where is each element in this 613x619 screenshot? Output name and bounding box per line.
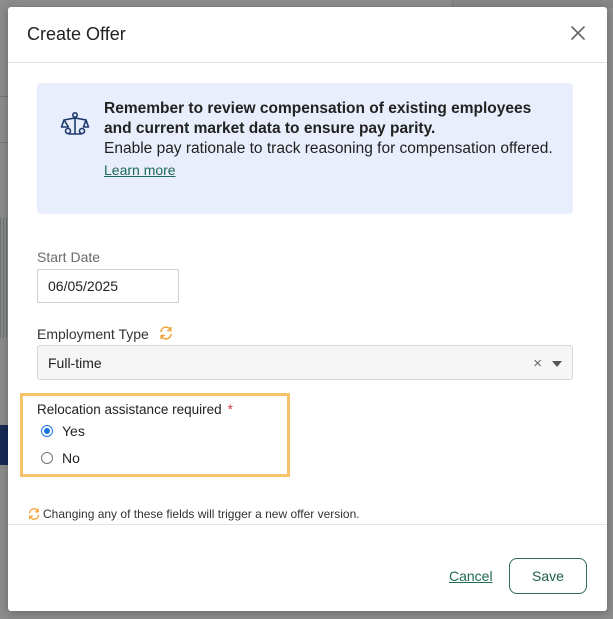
scale-people-icon [60, 111, 90, 135]
info-banner-heading: Remember to review compensation of exist… [104, 100, 532, 137]
dialog-header: Create Offer [8, 7, 607, 63]
chevron-down-icon[interactable] [552, 361, 562, 367]
cancel-button[interactable]: Cancel [449, 568, 493, 584]
info-banner-body: Enable pay rationale to track reasoning … [104, 140, 553, 157]
start-date-input[interactable] [37, 269, 179, 303]
create-offer-dialog: Create Offer Remember to review compensa… [8, 7, 607, 611]
required-indicator: * [227, 402, 233, 417]
save-button[interactable]: Save [509, 558, 587, 594]
offer-version-note: Changing any of these fields will trigge… [27, 507, 360, 521]
start-date-label: Start Date [37, 249, 101, 265]
radio-yes-label[interactable]: Yes [62, 423, 85, 439]
dialog-title: Create Offer [27, 24, 126, 44]
employment-type-select[interactable]: Full-time × [37, 345, 573, 380]
clear-selection-icon[interactable]: × [533, 355, 542, 372]
close-icon [571, 26, 585, 40]
radio-no[interactable] [41, 452, 53, 464]
learn-more-link[interactable]: Learn more [104, 160, 176, 180]
sync-icon [160, 326, 172, 340]
footer-divider [8, 524, 607, 525]
radio-yes[interactable] [41, 425, 53, 437]
relocation-option-yes[interactable]: Yes [41, 423, 85, 439]
offer-version-note-text: Changing any of these fields will trigge… [43, 507, 360, 521]
employment-type-label: Employment Type [37, 326, 149, 342]
relocation-label: Relocation assistance required * [37, 402, 233, 417]
pay-parity-info-banner: Remember to review compensation of exist… [37, 83, 573, 214]
relocation-label-text: Relocation assistance required [37, 402, 222, 417]
close-button[interactable] [567, 22, 589, 44]
sync-icon [28, 508, 40, 520]
relocation-option-no[interactable]: No [41, 450, 80, 466]
info-banner-text: Remember to review compensation of exist… [104, 99, 554, 181]
radio-no-label[interactable]: No [62, 450, 80, 466]
employment-type-value: Full-time [48, 355, 102, 371]
